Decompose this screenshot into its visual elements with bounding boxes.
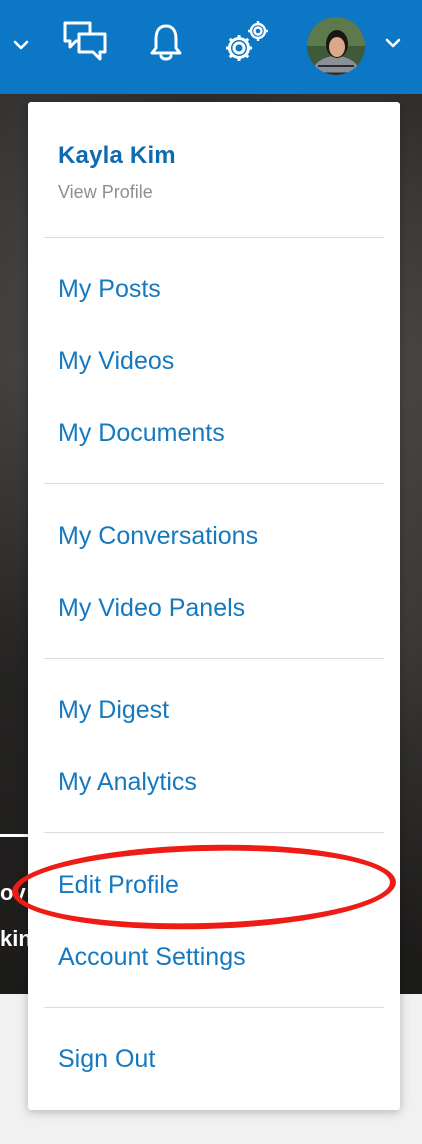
- menu-item-my-documents[interactable]: My Documents: [58, 418, 225, 448]
- view-profile-link[interactable]: View Profile: [58, 182, 153, 203]
- menu-item-my-posts[interactable]: My Posts: [58, 274, 161, 304]
- menu-item-my-video-panels[interactable]: My Video Panels: [58, 593, 245, 623]
- menu-item-my-conversations[interactable]: My Conversations: [58, 521, 258, 551]
- menu-item-my-digest[interactable]: My Digest: [58, 695, 169, 725]
- top-nav-bar: [0, 0, 422, 94]
- avatar[interactable]: [306, 16, 366, 76]
- chevron-down-icon[interactable]: [10, 34, 32, 56]
- menu-item-sign-out[interactable]: Sign Out: [58, 1044, 155, 1074]
- menu-divider: [44, 1007, 384, 1008]
- profile-dropdown-menu: Kayla Kim View Profile My Posts My Video…: [28, 102, 400, 1110]
- background-text-fragment: kin: [0, 926, 30, 951]
- menu-item-account-settings[interactable]: Account Settings: [58, 942, 246, 972]
- bell-icon[interactable]: [148, 22, 184, 62]
- menu-divider: [44, 237, 384, 238]
- chevron-down-icon[interactable]: [382, 32, 404, 54]
- menu-item-my-videos[interactable]: My Videos: [58, 346, 174, 376]
- background-divider: [0, 834, 30, 837]
- menu-divider: [44, 483, 384, 484]
- menu-divider: [44, 658, 384, 659]
- gears-icon[interactable]: [222, 20, 270, 66]
- menu-item-my-analytics[interactable]: My Analytics: [58, 767, 197, 797]
- menu-divider: [44, 832, 384, 833]
- user-name[interactable]: Kayla Kim: [58, 142, 176, 170]
- chat-icon[interactable]: [62, 20, 108, 64]
